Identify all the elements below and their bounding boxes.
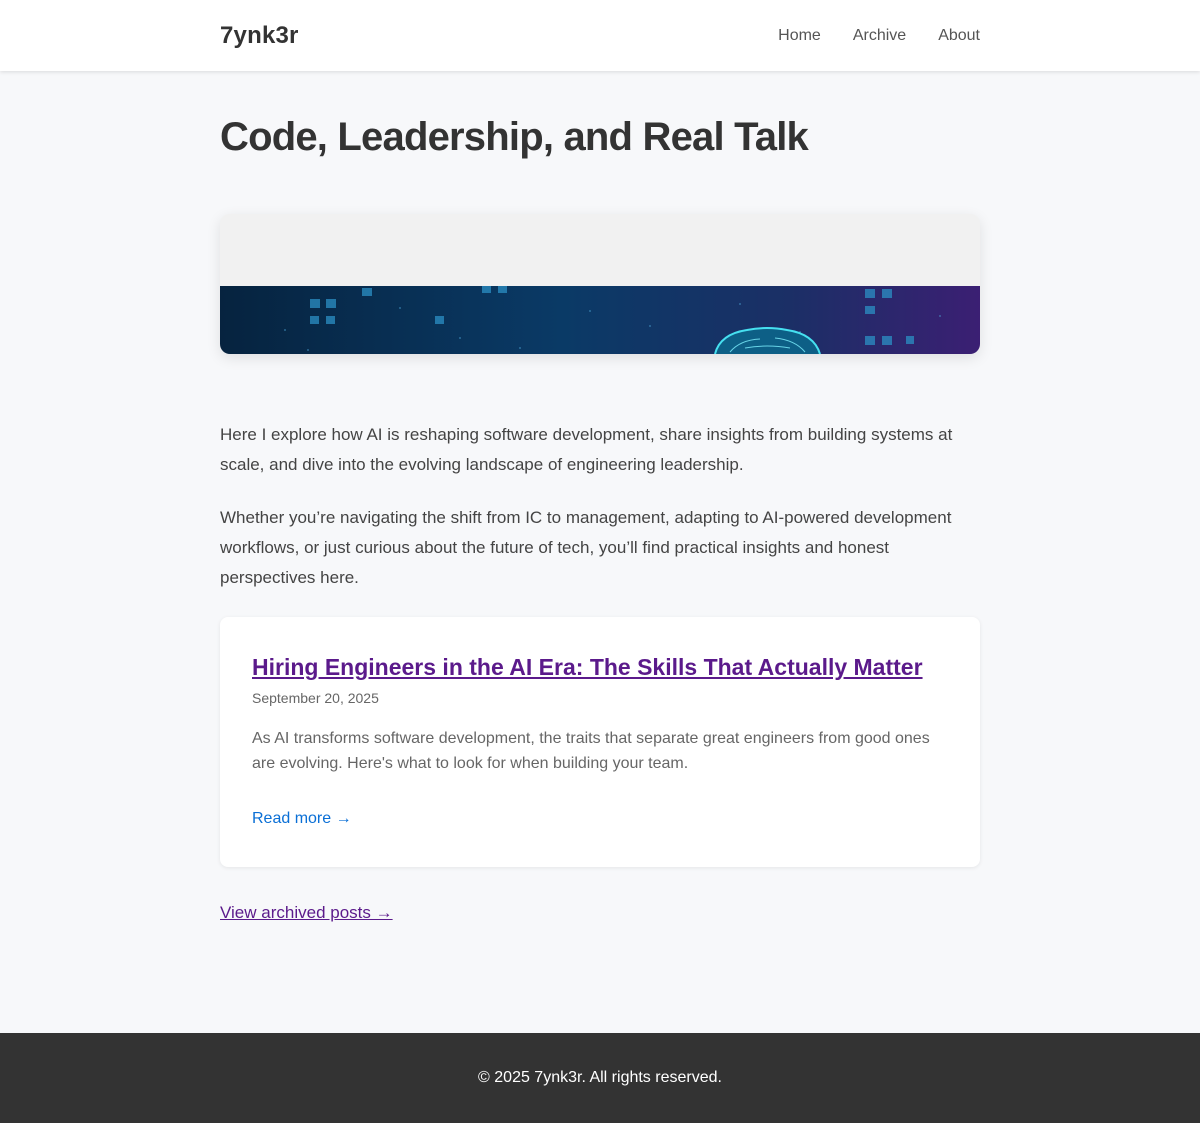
nav-archive[interactable]: Archive <box>853 27 906 45</box>
read-more-link[interactable]: Read more → <box>252 810 352 828</box>
intro-paragraph: Whether you’re navigating the shift from… <box>220 508 952 587</box>
post-title-link[interactable]: Hiring Engineers in the AI Era: The Skil… <box>252 654 923 680</box>
intro-paragraph: Here I explore how AI is reshaping softw… <box>220 425 953 474</box>
site-logo[interactable]: 7ynk3r <box>220 22 299 50</box>
site-header: 7ynk3r Home Archive About <box>0 0 1200 71</box>
main-nav: Home Archive About <box>778 27 980 45</box>
nav-home[interactable]: Home <box>778 27 821 45</box>
ai-brain-circuit-banner <box>220 286 980 354</box>
page-title: Code, Leadership, and Real Talk <box>220 115 809 159</box>
hero-image-top <box>220 214 980 286</box>
main-content: Code, Leadership, and Real Talk Here I e… <box>220 115 980 923</box>
post-excerpt: As AI transforms software development, t… <box>252 730 930 773</box>
post-date: September 20, 2025 <box>252 690 379 707</box>
view-archived-posts-link[interactable]: View archived posts → <box>220 903 393 923</box>
site-footer: © 2025 7ynk3r. All rights reserved. <box>0 1033 1200 1123</box>
post-card: Hiring Engineers in the AI Era: The Skil… <box>220 617 980 867</box>
hero-image <box>220 214 980 354</box>
header-inner: 7ynk3r Home Archive About <box>220 0 980 71</box>
footer-copyright: © 2025 7ynk3r. All rights reserved. <box>478 1069 722 1086</box>
nav-about[interactable]: About <box>938 27 980 45</box>
